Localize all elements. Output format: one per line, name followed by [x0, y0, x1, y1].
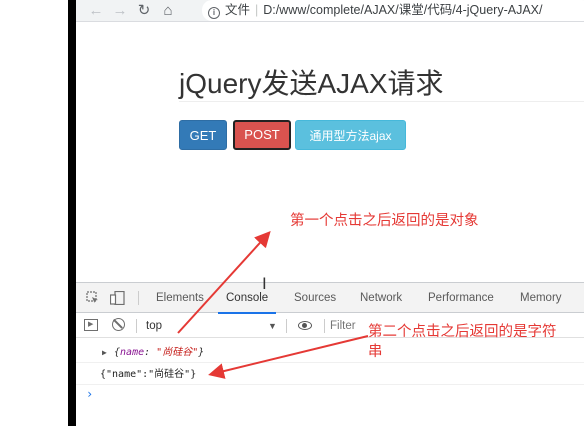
- tab-elements[interactable]: Elements: [156, 283, 204, 313]
- toolbar-divider: [136, 319, 137, 333]
- devtools-tabbar: Elements Console Sources Network Perform…: [76, 283, 584, 314]
- address-url: D:/www/complete/AJAX/课堂/代码/4-jQuery-AJAX…: [263, 3, 543, 17]
- expand-triangle-icon[interactable]: ▶: [102, 343, 107, 363]
- text-cursor-icon: Ⅰ: [262, 274, 267, 293]
- home-icon[interactable]: ⌂: [158, 1, 178, 21]
- clear-console-icon[interactable]: [112, 318, 125, 331]
- chevron-down-icon[interactable]: ▼: [268, 316, 277, 336]
- tab-memory[interactable]: Memory: [520, 283, 562, 313]
- left-margin: [0, 0, 76, 426]
- tab-sources[interactable]: Sources: [294, 283, 336, 313]
- log-colon: :: [144, 347, 157, 358]
- browser-toolbar: ← → ↻ ⌂ i 文件 | D:/www/complete/AJAX/课堂/代码/4…: [76, 0, 584, 22]
- reload-icon[interactable]: ↻: [134, 1, 154, 21]
- address-prefix: 文件: [225, 3, 251, 17]
- annotation-first: 第一个点击之后返回的是对象: [290, 213, 479, 229]
- inspect-element-icon[interactable]: [86, 291, 99, 307]
- console-prompt-icon[interactable]: ›: [86, 387, 93, 401]
- log-key: name: [120, 347, 145, 358]
- tab-network[interactable]: Network: [360, 283, 402, 313]
- toolbar-divider: [138, 291, 139, 305]
- log-object[interactable]: {name: "尚硅谷"}: [114, 343, 204, 363]
- info-icon[interactable]: i: [208, 7, 220, 19]
- log-value: "尚硅谷": [156, 347, 199, 358]
- annotation-second: 第二个点击之后返回的是字符串: [368, 324, 557, 360]
- device-toolbar-icon[interactable]: [109, 290, 126, 308]
- toolbar-divider: [286, 319, 287, 333]
- post-button[interactable]: POST: [233, 120, 291, 150]
- context-selector[interactable]: top: [146, 316, 281, 336]
- page-title: jQuery发送AJAX请求: [179, 68, 444, 99]
- back-icon[interactable]: ←: [86, 1, 106, 21]
- address-separator: |: [255, 3, 259, 17]
- ajax-button[interactable]: 通用型方法ajax: [295, 120, 406, 150]
- tab-performance[interactable]: Performance: [428, 283, 494, 313]
- console-sidebar-icon[interactable]: ▶: [84, 319, 98, 331]
- title-divider: [179, 101, 584, 102]
- toolbar-divider: [324, 319, 325, 333]
- page-content: jQuery发送AJAX请求 GET POST 通用型方法ajax: [76, 22, 584, 282]
- console-log-row: {"name":"尚硅谷"}: [76, 365, 584, 385]
- live-expression-eye-icon[interactable]: [298, 321, 312, 330]
- forward-icon[interactable]: →: [110, 1, 130, 21]
- brace-close: }: [198, 347, 205, 358]
- get-button[interactable]: GET: [179, 120, 227, 150]
- address-bar[interactable]: i 文件 | D:/www/complete/AJAX/课堂/代码/4-jQuery-…: [202, 0, 584, 21]
